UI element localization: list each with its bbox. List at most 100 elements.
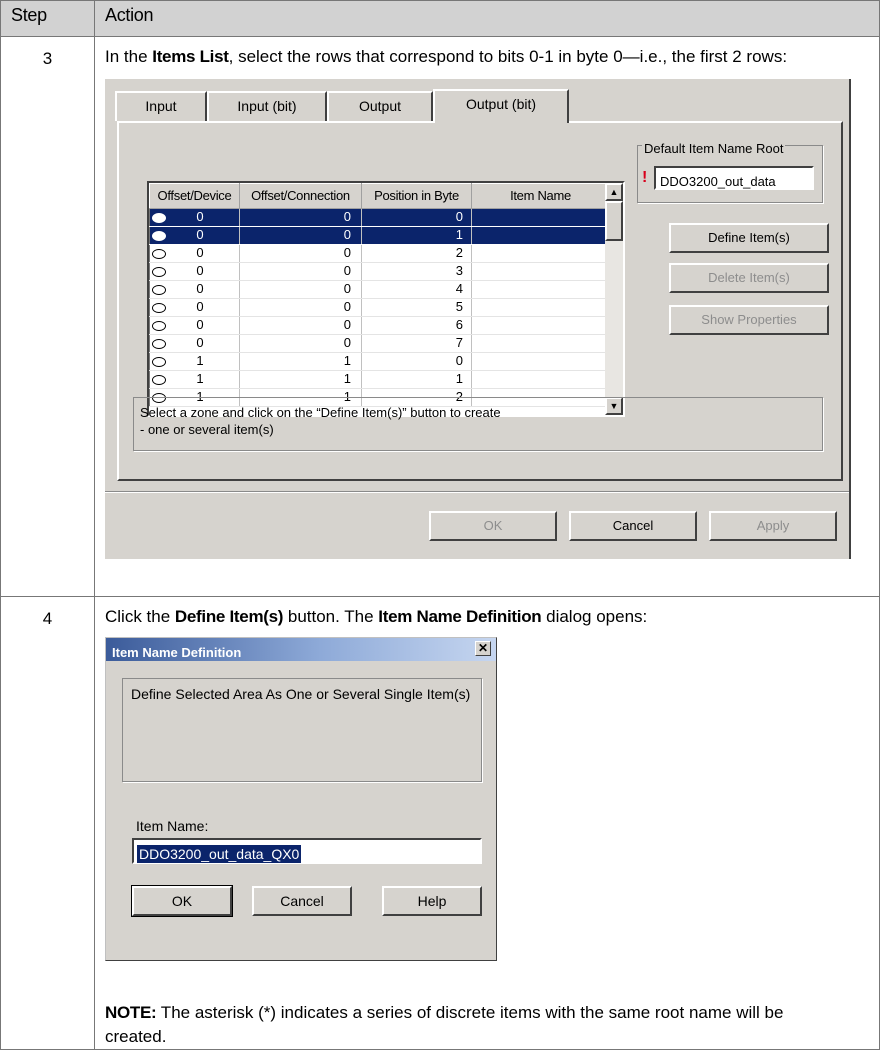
instruction-bold: Items List — [152, 47, 229, 66]
offset-device-cell[interactable]: 1 — [149, 370, 240, 389]
default-name-root-group: Default Item Name Root ! DDO3200_out_dat… — [637, 137, 823, 203]
show-properties-button[interactable]: Show Properties — [669, 305, 829, 335]
table-header-row: Step Action — [0, 0, 880, 37]
scroll-thumb[interactable] — [605, 201, 623, 241]
item-name-cell[interactable] — [471, 280, 610, 299]
offset-device-cell[interactable]: 0 — [149, 208, 240, 227]
tab-output[interactable]: Output — [327, 91, 433, 121]
table-row[interactable]: 110 — [149, 352, 610, 371]
table-row[interactable]: 007 — [149, 334, 610, 353]
position-cell[interactable]: 1 — [361, 370, 472, 389]
ok-button[interactable]: OK — [429, 511, 557, 541]
apply-button[interactable]: Apply — [709, 511, 837, 541]
item-name-cell[interactable] — [471, 352, 610, 371]
cancel-button[interactable]: Cancel — [569, 511, 697, 541]
table-row[interactable]: 004 — [149, 280, 610, 299]
offset-device-cell[interactable]: 0 — [149, 244, 240, 263]
column-item-name[interactable]: Item Name — [471, 183, 610, 209]
offset-device-cell[interactable]: 1 — [149, 352, 240, 371]
dialog-titlebar[interactable]: Item Name Definition ✕ — [106, 638, 496, 661]
offset-connection-cell[interactable]: 0 — [239, 262, 362, 281]
offset-connection-cell[interactable]: 1 — [239, 370, 362, 389]
cell-value: 0 — [196, 245, 204, 260]
note-label: NOTE: — [105, 1003, 157, 1022]
item-name-cell[interactable] — [471, 316, 610, 335]
items-grid[interactable]: Offset/Device Offset/Connection Position… — [147, 181, 625, 417]
warning-icon: ! — [642, 169, 648, 186]
position-cell[interactable]: 0 — [361, 208, 472, 227]
hint-line: Select a zone and click on the “Define I… — [140, 405, 501, 420]
item-name-cell[interactable] — [471, 244, 610, 263]
item-name-cell[interactable] — [471, 226, 610, 245]
table-row[interactable]: 003 — [149, 262, 610, 281]
offset-connection-cell[interactable]: 1 — [239, 352, 362, 371]
table-row[interactable]: 000 — [149, 208, 610, 227]
offset-connection-cell[interactable]: 0 — [239, 244, 362, 263]
offset-device-cell[interactable]: 0 — [149, 226, 240, 245]
cancel-button[interactable]: Cancel — [252, 886, 352, 916]
offset-device-cell[interactable]: 0 — [149, 298, 240, 317]
offset-device-cell[interactable]: 0 — [149, 316, 240, 335]
step-number: 3 — [0, 36, 95, 597]
table-row[interactable]: 111 — [149, 370, 610, 389]
column-position-in-byte[interactable]: Position in Byte — [361, 183, 472, 209]
cell-value: 0 — [196, 209, 204, 224]
offset-connection-cell[interactable]: 0 — [239, 316, 362, 335]
cell-value: 1 — [196, 353, 204, 368]
position-cell[interactable]: 6 — [361, 316, 472, 335]
row-marker-icon — [152, 230, 166, 241]
item-name-cell[interactable] — [471, 208, 610, 227]
delete-items-button[interactable]: Delete Item(s) — [669, 263, 829, 293]
position-cell[interactable]: 2 — [361, 244, 472, 263]
row-marker-icon — [152, 284, 166, 295]
note-paragraph: NOTE: The asterisk (*) indicates a serie… — [105, 1001, 879, 1049]
row-marker-icon — [152, 338, 166, 349]
row-marker-icon — [152, 356, 166, 367]
item-name-cell[interactable] — [471, 298, 610, 317]
offset-device-cell[interactable]: 0 — [149, 334, 240, 353]
position-cell[interactable]: 4 — [361, 280, 472, 299]
step-header: Step — [0, 0, 95, 37]
table-row[interactable]: 002 — [149, 244, 610, 263]
grid-scrollbar[interactable]: ▲ ▼ — [605, 183, 623, 415]
item-name-definition-dialog: Item Name Definition ✕ Define Selected A… — [105, 637, 497, 961]
offset-device-cell[interactable]: 0 — [149, 280, 240, 299]
instruction-bold: Item Name Definition — [378, 607, 542, 626]
offset-connection-cell[interactable]: 0 — [239, 226, 362, 245]
offset-connection-cell[interactable]: 0 — [239, 280, 362, 299]
item-name-cell[interactable] — [471, 334, 610, 353]
offset-connection-cell[interactable]: 0 — [239, 208, 362, 227]
item-name-cell[interactable] — [471, 370, 610, 389]
column-offset-connection[interactable]: Offset/Connection — [239, 183, 362, 209]
table-row[interactable]: 006 — [149, 316, 610, 335]
table-row: 4 Click the Define Item(s) button. The I… — [0, 596, 880, 1050]
default-name-root-input[interactable]: DDO3200_out_data — [654, 166, 814, 190]
step-instruction: In the Items List, select the rows that … — [105, 45, 879, 69]
position-cell[interactable]: 3 — [361, 262, 472, 281]
row-marker-icon — [152, 266, 166, 277]
item-name-input[interactable]: DDO3200_out_data_QX0 — [132, 838, 482, 864]
table-row: 3 In the Items List, select the rows tha… — [0, 36, 880, 597]
tab-input-bit[interactable]: Input (bit) — [207, 91, 327, 121]
position-cell[interactable]: 0 — [361, 352, 472, 371]
position-cell[interactable]: 1 — [361, 226, 472, 245]
scroll-up-icon[interactable]: ▲ — [605, 183, 623, 201]
tab-output-bit[interactable]: Output (bit) — [433, 89, 569, 123]
position-cell[interactable]: 7 — [361, 334, 472, 353]
offset-device-cell[interactable]: 0 — [149, 262, 240, 281]
define-items-button[interactable]: Define Item(s) — [669, 223, 829, 253]
tab-input[interactable]: Input — [115, 91, 207, 121]
grid-body: 000001002003004005006007110111112 — [149, 208, 610, 407]
ok-button[interactable]: OK — [131, 885, 233, 917]
dialog-title: Item Name Definition — [112, 645, 242, 660]
help-button[interactable]: Help — [382, 886, 482, 916]
item-name-cell[interactable] — [471, 262, 610, 281]
table-row[interactable]: 005 — [149, 298, 610, 317]
close-icon[interactable]: ✕ — [475, 641, 491, 656]
action-cell: In the Items List, select the rows that … — [94, 36, 880, 597]
table-row[interactable]: 001 — [149, 226, 610, 245]
offset-connection-cell[interactable]: 0 — [239, 334, 362, 353]
offset-connection-cell[interactable]: 0 — [239, 298, 362, 317]
position-cell[interactable]: 5 — [361, 298, 472, 317]
column-offset-device[interactable]: Offset/Device — [149, 183, 240, 209]
